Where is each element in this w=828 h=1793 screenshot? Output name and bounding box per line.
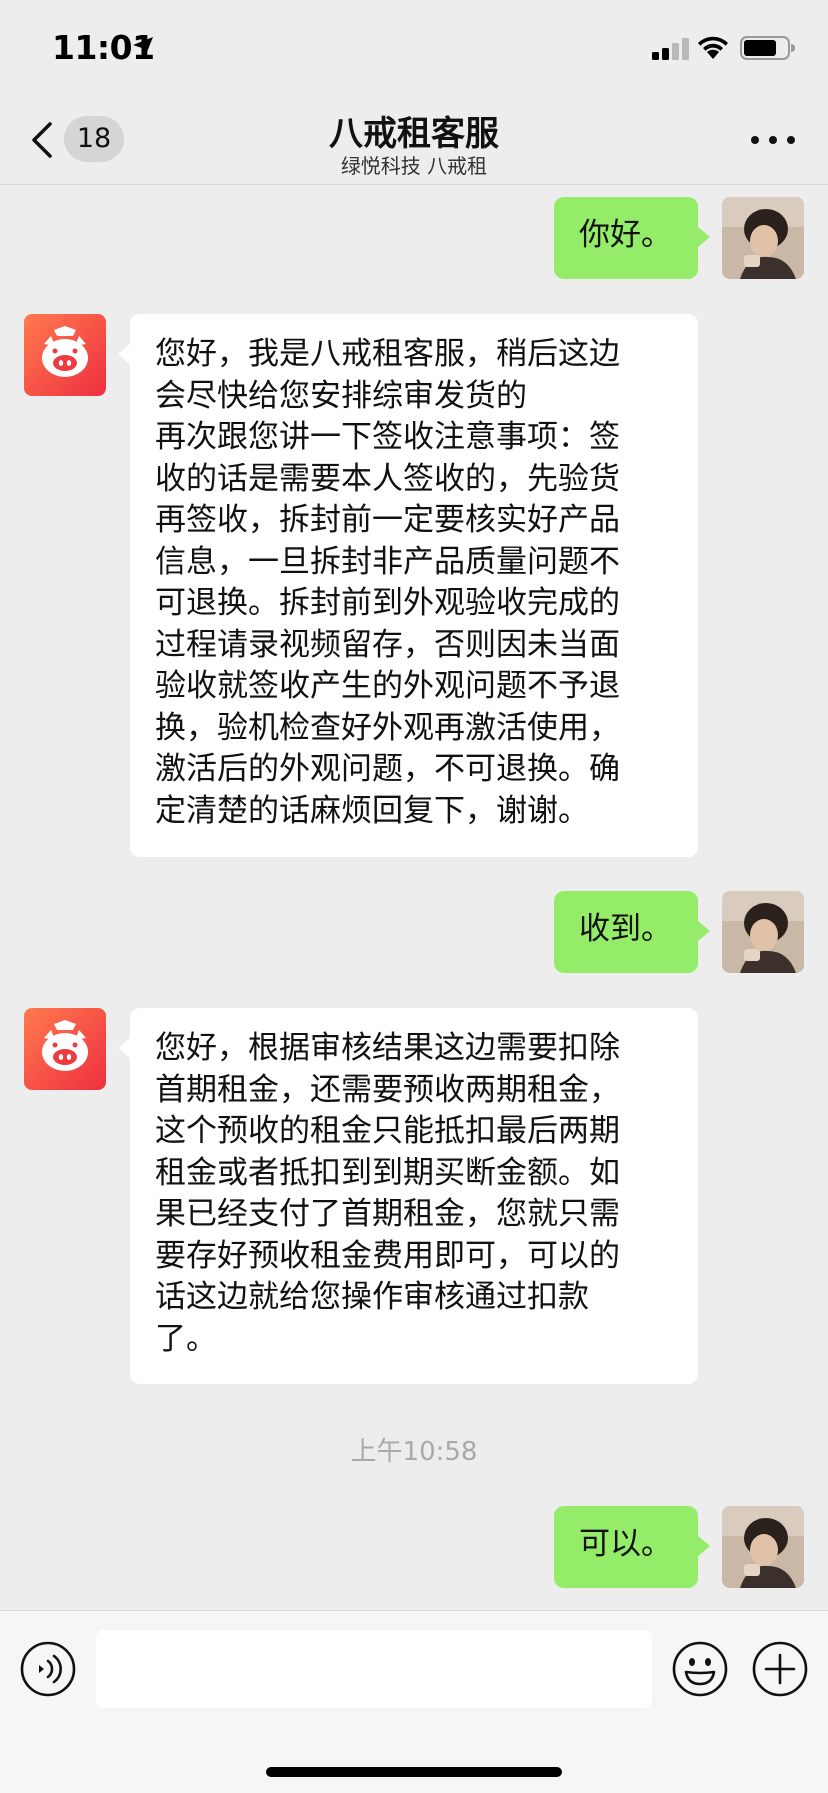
bubble-tail [698,227,710,247]
bubble-tail [118,1038,130,1058]
bubble-tail [698,1536,710,1556]
message-timestamp: 上午10:58 [350,1437,478,1467]
message-row-received: 您好，根据审核结果这边需要扣除 首期租金，还需要预收两期租金， 这个预收的租金只… [0,1008,828,1384]
message-input[interactable] [96,1630,652,1708]
location-arrow-icon [133,37,153,57]
bajiezu-logo-avatar[interactable] [24,314,106,396]
message-row-sent: 你好。 [0,197,828,279]
signal-icon [652,38,689,60]
battery-icon [740,36,795,60]
user-avatar[interactable] [722,197,804,279]
message-bubble-sent[interactable]: 你好。 [554,197,698,279]
emoji-icon[interactable] [672,1641,728,1697]
bubble-tail [118,344,130,364]
voice-icon[interactable] [20,1641,76,1697]
message-bubble-sent[interactable]: 可以。 [554,1506,698,1588]
wifi-icon [698,36,728,59]
plus-icon[interactable] [752,1641,808,1697]
home-indicator[interactable] [266,1767,562,1777]
user-avatar[interactable] [722,891,804,973]
chat-subtitle: 绿悦科技 八戒租 [340,154,488,178]
bubble-tail [698,921,710,941]
message-bubble-received[interactable]: 您好，我是八戒租客服，稍后这边 会尽快给您安排综审发货的 再次跟您讲一下签收注意… [130,314,698,857]
status-bar: 11:01 [0,0,828,96]
message-row-sent: 收到。 [0,891,828,973]
more-dots-icon[interactable] [748,128,798,152]
message-row-sent: 可以。 [0,1506,828,1588]
bajiezu-logo-avatar[interactable] [24,1008,106,1090]
message-bubble-received[interactable]: 您好，根据审核结果这边需要扣除 首期租金，还需要预收两期租金， 这个预收的租金只… [130,1008,698,1384]
message-row-received: 您好，我是八戒租客服，稍后这边 会尽快给您安排综审发货的 再次跟您讲一下签收注意… [0,314,828,857]
input-bar [0,1610,828,1793]
chat-header: 18 八戒租客服 绿悦科技 八戒租 [0,96,828,185]
user-avatar[interactable] [722,1506,804,1588]
message-bubble-sent[interactable]: 收到。 [554,891,698,973]
chat-title: 八戒租客服 [329,114,499,154]
